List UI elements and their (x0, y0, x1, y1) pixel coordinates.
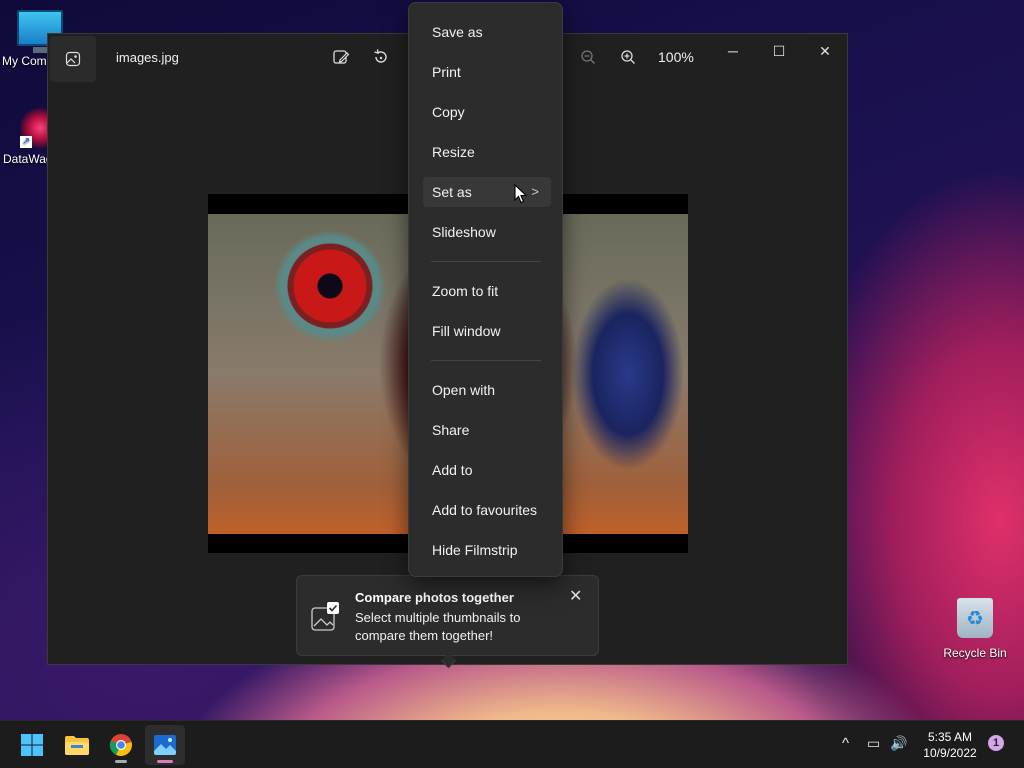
menu-item-copy[interactable]: Copy (423, 97, 551, 127)
zoom-out-button[interactable] (577, 46, 599, 68)
taskbar-file-explorer[interactable] (57, 725, 97, 765)
active-indicator (157, 760, 173, 763)
minimize-button[interactable]: ─ (713, 40, 753, 62)
clock-date: 10/9/2022 (923, 746, 977, 760)
compare-tip-notification: Compare photos together Select multiple … (296, 575, 599, 669)
photos-icon (154, 735, 176, 755)
notification-pointer (440, 652, 457, 669)
close-button[interactable]: ✕ (805, 40, 845, 62)
photos-app-icon (65, 51, 81, 67)
menu-separator (431, 261, 541, 262)
menu-item-share[interactable]: Share (423, 415, 551, 445)
edit-image-icon (333, 50, 350, 64)
rotate-icon (374, 49, 387, 63)
zoom-in-button[interactable] (617, 46, 639, 68)
taskbar: ^ ▭ 🔊 5:35 AM 10/9/2022 (0, 720, 1024, 768)
menu-separator (431, 360, 541, 361)
compare-photos-icon (311, 602, 339, 631)
zoom-out-icon (581, 50, 595, 64)
shortcut-arrow-icon: ↗ (20, 136, 32, 148)
system-clock[interactable]: 5:35 AM 10/9/2022 (918, 729, 982, 761)
menu-item-save-as[interactable]: Save as (423, 17, 551, 47)
clock-time: 5:35 AM (927, 730, 973, 744)
notification-close-button[interactable]: ✕ (569, 586, 582, 606)
menu-item-resize[interactable]: Resize (423, 137, 551, 167)
menu-item-hide-filmstrip[interactable]: Hide Filmstrip (423, 535, 551, 565)
menu-item-open-with[interactable]: Open with (423, 375, 551, 405)
volume-icon[interactable]: 🔊 (890, 735, 907, 752)
zoom-in-icon (621, 50, 635, 64)
chrome-icon (109, 734, 132, 756)
maximize-button[interactable]: ☐ (759, 40, 799, 62)
show-hidden-icons-button[interactable]: ^ (842, 735, 849, 752)
context-menu: Save as Print Copy Resize Set as > Slide… (408, 2, 563, 577)
menu-item-zoom-to-fit[interactable]: Zoom to fit (423, 276, 551, 306)
edit-image-button[interactable] (330, 46, 352, 68)
recycle-bin-icon (957, 598, 993, 638)
taskbar-photos[interactable] (145, 725, 185, 765)
notification-count-badge[interactable]: 1 (988, 735, 1004, 751)
notification-body: Select multiple thumbnails to compare th… (355, 610, 521, 643)
menu-item-add-to[interactable]: Add to (423, 455, 551, 485)
menu-item-slideshow[interactable]: Slideshow (423, 217, 551, 247)
menu-item-print[interactable]: Print (423, 57, 551, 87)
chevron-right-icon: > (531, 184, 539, 199)
photos-app-button[interactable] (50, 36, 96, 82)
folder-icon (65, 736, 89, 755)
rotate-button[interactable] (370, 46, 392, 68)
zoom-level[interactable]: 100% (658, 49, 694, 65)
running-indicator (115, 760, 127, 763)
menu-item-set-as[interactable]: Set as > (423, 177, 551, 207)
windows-logo-icon (21, 734, 43, 756)
window-title: images.jpg (116, 50, 179, 65)
network-icon[interactable]: ▭ (867, 735, 880, 752)
start-button[interactable] (12, 725, 52, 765)
menu-item-fill-window[interactable]: Fill window (423, 316, 551, 346)
desktop-icon-label: Recycle Bin (943, 646, 1007, 660)
menu-item-label: Set as (432, 184, 472, 200)
desktop-icon-recycle-bin[interactable]: Recycle Bin (935, 598, 1015, 660)
menu-item-add-to-favourites[interactable]: Add to favourites (423, 495, 551, 525)
notification-title: Compare photos together (355, 590, 514, 605)
taskbar-chrome[interactable] (101, 725, 141, 765)
mouse-cursor-icon (514, 184, 528, 204)
